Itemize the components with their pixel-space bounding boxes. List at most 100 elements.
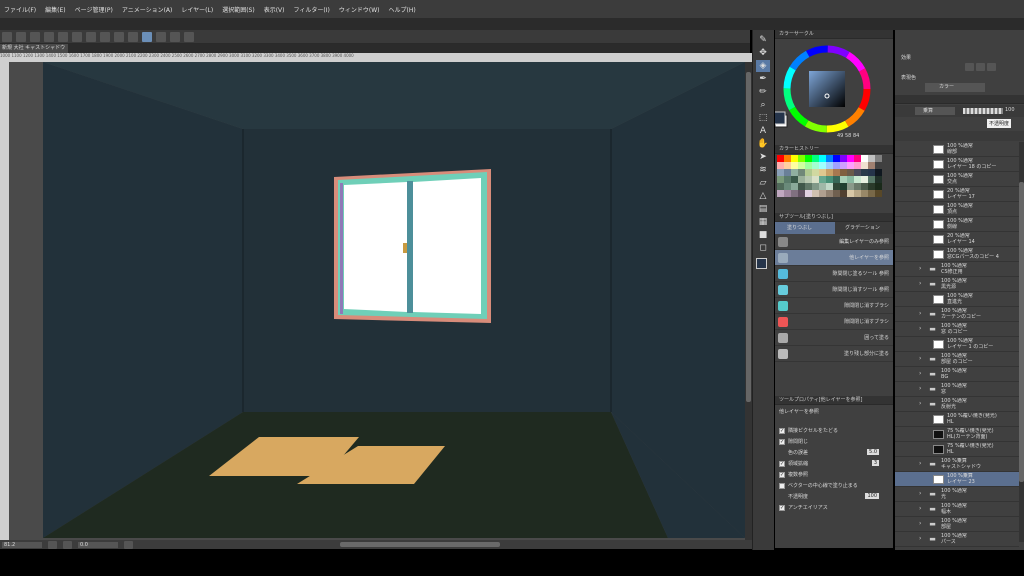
menu-item[interactable]: アニメーション(A) bbox=[122, 5, 173, 14]
layer-row[interactable]: 75 %覆い焼き(発光) HL bbox=[895, 442, 1019, 457]
layer-folder[interactable]: › ▬ 100 %乗算 キャストシャドウ bbox=[895, 457, 1019, 472]
menu-item[interactable]: 選択範囲(S) bbox=[222, 5, 255, 14]
subtool-item[interactable]: 編集レイヤーのみ参照 bbox=[775, 234, 893, 250]
operation-icon[interactable]: ➤ bbox=[756, 151, 770, 163]
undo-icon[interactable] bbox=[30, 31, 40, 42]
subtool-item[interactable]: 隙間閉じ塗るツール 参照 bbox=[775, 266, 893, 282]
canvas-vertical-scrollbar[interactable] bbox=[745, 62, 752, 540]
property-value[interactable]: 3 bbox=[871, 460, 879, 466]
subtool-item[interactable]: 隙間閉じ消すブラシ bbox=[775, 298, 893, 314]
expand-icon[interactable]: › bbox=[919, 461, 927, 467]
blend-mode-select[interactable]: 乗算 bbox=[915, 107, 955, 115]
expand-icon[interactable]: › bbox=[919, 386, 927, 392]
transform-icon[interactable] bbox=[86, 31, 96, 42]
layer-folder[interactable]: › ▬ 100 %通常 黒光源 bbox=[895, 277, 1019, 292]
layer-row[interactable]: 100 %通常 側線 bbox=[895, 217, 1019, 232]
expand-icon[interactable]: › bbox=[919, 371, 927, 377]
snap-ruler-icon[interactable] bbox=[128, 31, 138, 42]
snap-grid-icon[interactable] bbox=[142, 31, 152, 42]
property-checkbox[interactable]: ✓ bbox=[779, 471, 785, 478]
menu-item[interactable]: ページ管理(P) bbox=[75, 5, 113, 14]
brush-icon[interactable]: ✏ bbox=[756, 86, 770, 98]
layer-folder[interactable]: › ▬ 100 %通常光 bbox=[895, 487, 1019, 502]
move-icon[interactable]: ✥ bbox=[756, 47, 770, 59]
selection-icon[interactable]: ⬚ bbox=[756, 112, 770, 124]
expand-icon[interactable]: › bbox=[919, 266, 927, 272]
ruler-icon[interactable]: ▤ bbox=[756, 203, 770, 215]
color-wheel[interactable] bbox=[775, 39, 893, 145]
pen-icon[interactable]: ✒ bbox=[756, 73, 770, 85]
subtool-item[interactable]: 囲って塗る bbox=[775, 330, 893, 346]
subtool-item[interactable]: 塗り残し部分に塗る bbox=[775, 346, 893, 362]
expand-icon[interactable]: › bbox=[919, 521, 927, 527]
canvas-area[interactable]: 1000 1100 1200 1300 1400 1500 1600 1700 … bbox=[0, 53, 752, 540]
layer-folder[interactable]: › ▬ 100 %通常 幅木 bbox=[895, 502, 1019, 517]
subtool-item[interactable]: 隙間閉じ消すブラシ bbox=[775, 314, 893, 330]
document-tab[interactable]: 新規 大社 キャストシャドウ bbox=[0, 44, 68, 53]
expression-select[interactable]: カラー bbox=[925, 83, 985, 92]
opacity-slider[interactable] bbox=[963, 108, 1003, 114]
property-checkbox[interactable]: ✓ bbox=[779, 504, 785, 511]
border-effect-icon[interactable] bbox=[965, 63, 974, 71]
layer-scrollbar[interactable] bbox=[1019, 142, 1024, 542]
dropper-icon[interactable]: ✎ bbox=[756, 34, 770, 46]
subtool-item[interactable]: 隙間閉じ消すツール 参照 bbox=[775, 282, 893, 298]
layer-row[interactable]: 100 %通常 窓CGパースのコピー 4 bbox=[895, 247, 1019, 262]
layer-folder[interactable]: › ▬ 100 %通常 反射光 bbox=[895, 397, 1019, 412]
layer-row[interactable]: 100 %通常 レイヤー 1 のコピー bbox=[895, 337, 1019, 352]
scroll-thumb[interactable] bbox=[746, 72, 751, 402]
angle-field[interactable]: 0.0 bbox=[78, 541, 118, 548]
deselect-icon[interactable] bbox=[100, 31, 110, 42]
text-icon[interactable]: A bbox=[756, 125, 770, 137]
expand-icon[interactable]: › bbox=[919, 506, 927, 512]
property-checkbox[interactable]: ✓ bbox=[779, 460, 785, 467]
layer-folder[interactable]: › ▬ 100 %通常窓 bbox=[895, 382, 1019, 397]
layer-folder[interactable]: › ▬ 100 %通常 CS修正用 bbox=[895, 262, 1019, 277]
subtool-item[interactable]: 他レイヤーを参照 bbox=[775, 250, 893, 266]
layer-row[interactable]: 100 %通常 直進光 bbox=[895, 292, 1019, 307]
fill-icon[interactable]: ◈ bbox=[756, 60, 770, 72]
layer-row[interactable]: 20 %通常 レイヤー 17 bbox=[895, 187, 1019, 202]
expand-icon[interactable]: › bbox=[919, 326, 927, 332]
redo-icon[interactable] bbox=[44, 31, 54, 42]
frame-icon[interactable]: ▦ bbox=[756, 216, 770, 228]
color-history-swatches[interactable] bbox=[777, 155, 882, 197]
clear-icon[interactable] bbox=[58, 31, 68, 42]
layer-folder[interactable]: › ▬ 100 %通常 部屋 のコピー bbox=[895, 352, 1019, 367]
layer-row[interactable]: 75 %覆い焼き(発光) HL(カーテン背面) bbox=[895, 427, 1019, 442]
layer-folder[interactable]: › ▬ 100 %通常 BG bbox=[895, 367, 1019, 382]
figure-icon[interactable]: △ bbox=[756, 190, 770, 202]
snap-perspective-icon[interactable] bbox=[156, 31, 166, 42]
fill-selection-icon[interactable] bbox=[72, 31, 82, 42]
expand-icon[interactable]: › bbox=[919, 491, 927, 497]
expand-icon[interactable]: › bbox=[919, 401, 927, 407]
property-checkbox[interactable]: ✓ bbox=[779, 438, 785, 445]
reference-icon[interactable] bbox=[184, 31, 194, 42]
expand-icon[interactable]: › bbox=[919, 536, 927, 542]
layer-folder[interactable]: › ▬ 100 %通常窓 のコピー bbox=[895, 322, 1019, 337]
tab-fill[interactable]: 塗りつぶし bbox=[775, 222, 835, 234]
menu-item[interactable]: ウィンドウ(W) bbox=[339, 5, 380, 14]
opacity-value[interactable]: 100 bbox=[1005, 107, 1015, 113]
layer-row[interactable]: 100 %通常 頂点 bbox=[895, 202, 1019, 217]
menu-item[interactable]: 編集(E) bbox=[45, 5, 65, 14]
layer-row[interactable]: 100 %乗算 レイヤー 23 bbox=[895, 472, 1019, 487]
tone-effect-icon[interactable] bbox=[976, 63, 985, 71]
transparent-icon[interactable]: ◻ bbox=[756, 242, 770, 254]
snap-special-icon[interactable] bbox=[170, 31, 180, 42]
menu-item[interactable]: ファイル(F) bbox=[4, 5, 36, 14]
layer-row[interactable]: 20 %通常 レイヤー 14 bbox=[895, 232, 1019, 247]
property-checkbox[interactable]: ✓ bbox=[779, 427, 785, 434]
layer-folder[interactable]: › ▬ 100 %通常 部屋 bbox=[895, 517, 1019, 532]
rotate-icon[interactable] bbox=[124, 540, 133, 549]
expand-icon[interactable]: › bbox=[919, 281, 927, 287]
layer-folder[interactable]: › ▬ 100 %通常 パース bbox=[895, 532, 1019, 547]
new-icon[interactable] bbox=[2, 31, 12, 42]
expand-icon[interactable]: › bbox=[919, 311, 927, 317]
menu-item[interactable]: ヘルプ(H) bbox=[388, 5, 415, 14]
layer-row[interactable]: 100 %通常 交点 bbox=[895, 172, 1019, 187]
tab-gradient[interactable]: グラデーション bbox=[835, 222, 893, 234]
eraser-icon[interactable]: ▱ bbox=[756, 177, 770, 189]
color-effect-icon[interactable] bbox=[987, 63, 996, 71]
canvas-illustration[interactable] bbox=[0, 53, 752, 540]
